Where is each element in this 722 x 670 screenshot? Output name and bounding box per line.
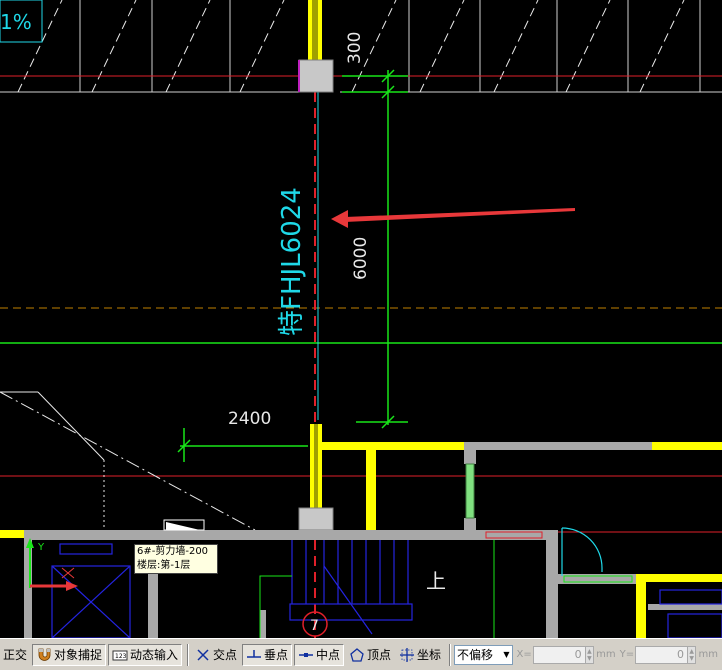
intersection-icon xyxy=(197,648,209,661)
y-spinner[interactable]: ▲ ▼ xyxy=(687,645,697,664)
dim-top-text: 300 xyxy=(345,32,365,64)
snap-toggle[interactable]: 对象捕捉 xyxy=(32,643,107,666)
axis-marker-text: 7 xyxy=(310,618,319,634)
x-label: X= xyxy=(516,649,532,660)
door-arc xyxy=(561,527,603,572)
intersection-label: 交点 xyxy=(212,648,237,662)
x-spinner[interactable]: ▲ ▼ xyxy=(585,645,595,664)
x-unit: mm xyxy=(596,649,616,660)
vertex-toggle[interactable]: 顶点 xyxy=(346,644,394,666)
tooltip-line-1: 6#-剪力墙-200 xyxy=(137,546,209,557)
svg-text:123: 123 xyxy=(115,653,127,660)
tooltip-line-2: 楼层:第-1层 xyxy=(137,560,191,571)
annotation-arrow xyxy=(331,208,575,228)
coordinate-toggle[interactable]: 坐标 xyxy=(396,644,444,666)
intersection-toggle[interactable]: 交点 xyxy=(192,644,240,666)
midpoint-icon xyxy=(299,652,314,657)
perpendicular-icon xyxy=(247,649,261,658)
pentagon-icon xyxy=(350,647,364,662)
dim-horizontal xyxy=(177,428,308,462)
midpoint-toggle[interactable]: 中点 xyxy=(294,643,345,666)
stair-label: 上 xyxy=(426,569,446,593)
dim-horizontal-text: 2400 xyxy=(228,409,271,429)
diagonal-lines xyxy=(0,391,256,531)
y-label: Y= xyxy=(619,649,635,660)
green-window xyxy=(465,463,475,519)
ortho-label: 正交 xyxy=(3,648,28,662)
ucs-y-label: Y xyxy=(37,542,45,553)
column-head-top xyxy=(298,59,334,93)
perpendicular-toggle[interactable]: 垂点 xyxy=(242,643,293,666)
dim-vertical-text: 6000 xyxy=(351,237,371,280)
column-head-lower xyxy=(298,507,334,531)
coordinate-label: 坐标 xyxy=(417,648,442,662)
x-input[interactable]: 0 xyxy=(532,645,586,664)
cad-canvas[interactable]: 1% 300 6000 特FHJL6024 2400 7 上 Y xyxy=(0,0,722,638)
perpendicular-label: 垂点 xyxy=(264,648,289,662)
midpoint-label: 中点 xyxy=(316,648,341,662)
y-input[interactable]: 0 xyxy=(635,645,688,664)
vertex-label: 顶点 xyxy=(367,648,392,662)
keyboard-icon: 123 xyxy=(112,650,128,660)
beam-label: 特FHJL6024 xyxy=(277,187,307,336)
offset-select-value: 不偏移 xyxy=(457,648,494,662)
separator xyxy=(187,643,189,666)
axis-lines xyxy=(0,75,722,533)
magnet-icon xyxy=(38,648,51,661)
separator xyxy=(449,643,451,666)
ortho-toggle[interactable]: 正交 xyxy=(0,644,30,666)
dynamic-input-toggle[interactable]: 123 动态输入 xyxy=(108,643,183,666)
dynamic-input-label: 动态输入 xyxy=(130,648,179,662)
y-unit: mm xyxy=(698,649,718,660)
chevron-down-icon: ▼ xyxy=(503,650,510,659)
percent-label: 1% xyxy=(0,10,32,34)
snap-label: 对象捕捉 xyxy=(54,648,103,662)
offset-select[interactable]: 不偏移 ▼ xyxy=(454,644,513,665)
object-tooltip: 6#-剪力墙-200 楼层:第-1层 xyxy=(134,544,218,574)
coordinate-icon xyxy=(400,647,415,662)
status-bar: 正交 对象捕捉 123 动态输入 交点 垂点 中点 顶点 坐标 不偏移 ▼ X=… xyxy=(0,638,722,670)
